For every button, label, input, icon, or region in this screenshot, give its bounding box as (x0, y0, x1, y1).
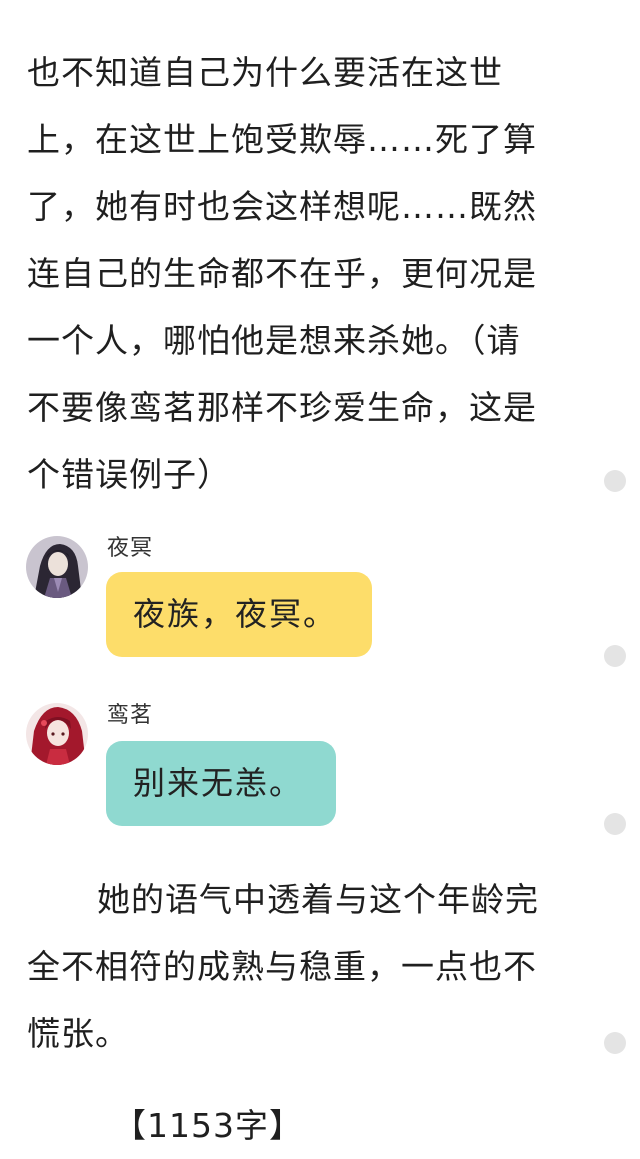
paragraph-comment-dot-icon[interactable] (604, 470, 626, 492)
dialogue-bubble: 夜族，夜冥。 (106, 572, 372, 657)
story-line: 连自己的生命都不在乎，更何况是 (27, 254, 537, 293)
avatar-yeming[interactable] (26, 536, 88, 598)
paragraph-comment-dot-icon[interactable] (604, 813, 626, 835)
story-line: 也不知道自己为什么要活在这世 (27, 53, 503, 92)
paragraph-comment-dot-icon[interactable] (604, 1032, 626, 1054)
story-line: 她的语气中透着与这个年龄完 (97, 880, 539, 919)
story-line: 慌张。 (27, 1014, 129, 1053)
avatar-luanming[interactable] (26, 703, 88, 765)
story-line: 个错误例子） (27, 455, 231, 494)
story-line: 不要像鸾茗那样不珍爱生命，这是 (27, 388, 537, 427)
speaker-name: 夜冥 (107, 536, 154, 561)
story-paragraph-intro: 也不知道自己为什么要活在这世 上，在这世上饱受欺辱……死了算 了，她有时也会这样… (27, 39, 567, 508)
story-paragraph-ending: 她的语气中透着与这个年龄完 全不相符的成熟与稳重，一点也不 慌张。 (27, 866, 567, 1067)
story-line: 了，她有时也会这样想呢……既然 (27, 187, 537, 226)
word-count-label: 【1153字】 (113, 1106, 303, 1145)
dialogue-bubble: 别来无恙。 (106, 741, 336, 826)
dark-haired-character-avatar-icon (26, 536, 88, 598)
story-line: 一个人，哪怕他是想来杀她。（请 (27, 321, 521, 360)
story-line: 全不相符的成熟与稳重，一点也不 (27, 947, 537, 986)
paragraph-comment-dot-icon[interactable] (604, 645, 626, 667)
story-line: 上，在这世上饱受欺辱……死了算 (27, 120, 537, 159)
speaker-name: 鸾茗 (107, 703, 154, 728)
red-haired-character-avatar-icon (26, 703, 88, 765)
